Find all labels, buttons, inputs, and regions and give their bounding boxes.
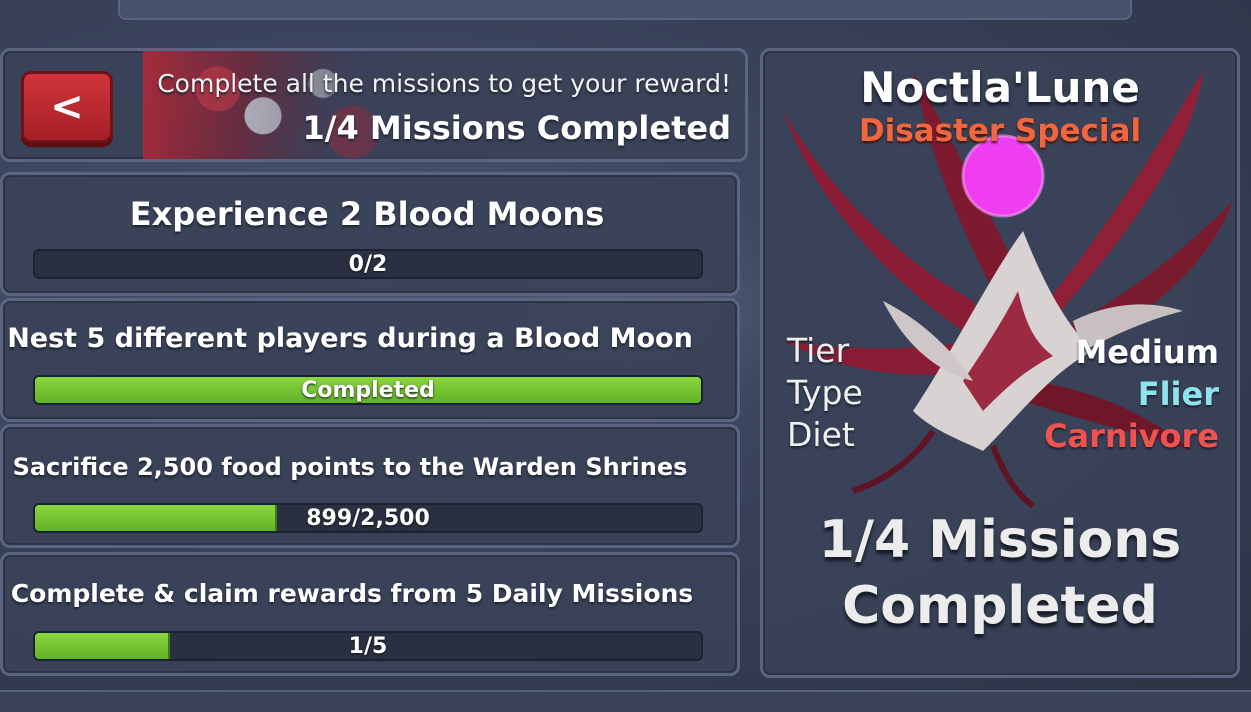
mission-progress-bar: Completed xyxy=(33,375,703,405)
mission-card: Nest 5 different players during a Blood … xyxy=(0,298,740,422)
status-line-1: 1/4 Missions xyxy=(818,510,1182,570)
mission-title: Nest 5 different players during a Blood … xyxy=(7,323,693,354)
status-line-2: Completed xyxy=(842,576,1158,636)
bottom-panel-edge xyxy=(0,690,1251,712)
missions-header: < Complete all the missions to get your … xyxy=(0,48,748,162)
stat-label-tier: Tier xyxy=(787,331,850,370)
progress-text: 1/5 xyxy=(348,633,388,659)
top-tab-bar xyxy=(118,0,1132,20)
stat-value-type: Flier xyxy=(1137,375,1219,413)
mission-card: Complete & claim rewards from 5 Daily Mi… xyxy=(0,552,740,676)
creature-subtitle: Disaster Special xyxy=(858,113,1142,149)
mission-card: Experience 2 Blood Moons 0/2 xyxy=(0,172,740,296)
mission-progress-bar: 0/2 xyxy=(33,249,703,279)
overall-status: 1/4 Missions Completed xyxy=(763,507,1237,639)
back-button[interactable]: < xyxy=(21,71,113,143)
progress-text: Completed xyxy=(301,377,435,403)
mission-card: Sacrifice 2,500 food points to the Warde… xyxy=(0,424,740,548)
header-subtitle: Complete all the missions to get your re… xyxy=(157,69,731,98)
creature-panel: Noctla'Lune Disaster Special Tier Medium… xyxy=(760,48,1240,678)
creature-name: Noctla'Lune xyxy=(860,63,1140,112)
stat-label-diet: Diet xyxy=(787,415,855,454)
mission-title: Experience 2 Blood Moons xyxy=(129,195,605,233)
mission-title: Complete & claim rewards from 5 Daily Mi… xyxy=(10,579,694,608)
mission-progress-bar: 899/2,500 xyxy=(33,503,703,533)
back-arrow-icon: < xyxy=(50,84,84,130)
stat-value-diet: Carnivore xyxy=(1044,417,1219,455)
header-progress: 1/4 Missions Completed xyxy=(302,109,731,147)
progress-text: 0/2 xyxy=(348,251,388,277)
progress-text: 899/2,500 xyxy=(306,505,430,531)
mission-title: Sacrifice 2,500 food points to the Warde… xyxy=(12,453,688,481)
mission-progress-bar: 1/5 xyxy=(33,631,703,661)
stat-value-tier: Medium xyxy=(1075,333,1219,371)
stat-label-type: Type xyxy=(787,373,863,412)
